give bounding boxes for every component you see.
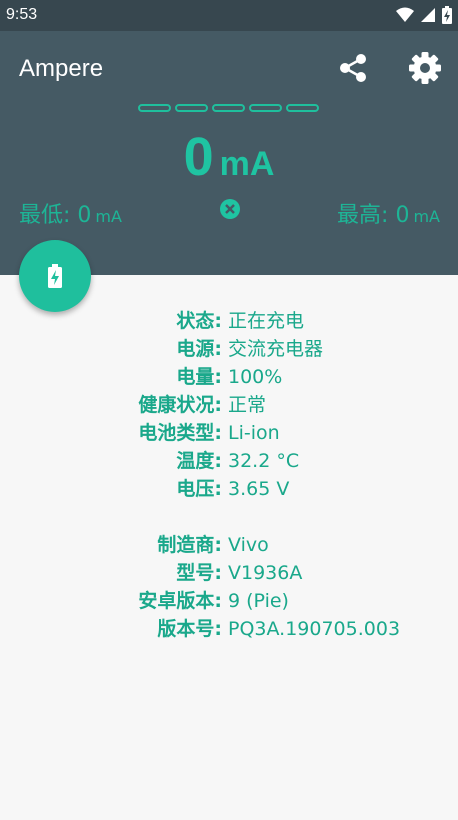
level-segment — [286, 104, 319, 112]
battery-fab[interactable] — [19, 240, 91, 312]
share-icon — [340, 54, 366, 82]
level-segment — [212, 104, 245, 112]
current-value: 0 — [183, 127, 214, 187]
info-row-level: 电量: 100% — [176, 366, 283, 388]
max-reading: 最高: 0 mA — [337, 197, 440, 229]
info-row-health: 健康状况: 正常 — [138, 394, 267, 416]
info-row-voltage: 电压: 3.65 V — [176, 478, 290, 500]
close-circle-icon — [220, 199, 240, 219]
max-label: 最高: — [337, 203, 389, 228]
info-row-build-number: 版本号: PQ3A.190705.003 — [157, 618, 401, 640]
share-button[interactable] — [336, 51, 370, 85]
min-unit: mA — [95, 207, 122, 226]
info-row-power-source: 电源: 交流充电器 — [176, 338, 324, 360]
info-row-status: 状态: 正在充电 — [176, 310, 305, 332]
current-unit: mA — [219, 145, 275, 183]
info-list: 状态: 正在充电 电源: 交流充电器 电量: 100% 健康状况: 正常 电池类型: Li… — [0, 307, 458, 643]
battery-charging-icon — [48, 264, 62, 288]
info-row-temperature: 温度: 32.2 °C — [176, 450, 300, 472]
status-bar: 9:53 — [0, 0, 458, 31]
min-label: 最低: — [19, 203, 71, 228]
min-value: 0 — [77, 203, 92, 228]
reset-button[interactable] — [220, 199, 240, 219]
level-segment — [138, 104, 171, 112]
wifi-icon — [396, 7, 414, 22]
info-row-android-version: 安卓版本: 9 (Pie) — [138, 590, 289, 612]
current-reading: 0 mA — [0, 126, 458, 188]
min-reading: 最低: 0 mA — [19, 197, 122, 229]
max-unit: mA — [413, 207, 440, 226]
info-row-model: 型号: V1936A — [176, 562, 303, 584]
battery-charging-icon — [442, 6, 452, 24]
signal-icon — [421, 8, 435, 22]
level-segment — [249, 104, 282, 112]
settings-button[interactable] — [408, 51, 442, 85]
meter-panel: Ampere 0 mA 最低: 0 mA 最高: 0 mA — [0, 31, 458, 275]
max-value: 0 — [395, 203, 410, 228]
app-title: Ampere — [19, 55, 104, 82]
info-row-manufacturer: 制造商: Vivo — [157, 534, 269, 556]
charge-level-indicator — [138, 104, 319, 112]
status-time: 9:53 — [6, 6, 38, 23]
level-segment — [175, 104, 208, 112]
gear-icon — [409, 52, 441, 84]
info-row-battery-type: 电池类型: Li-ion — [138, 422, 280, 444]
